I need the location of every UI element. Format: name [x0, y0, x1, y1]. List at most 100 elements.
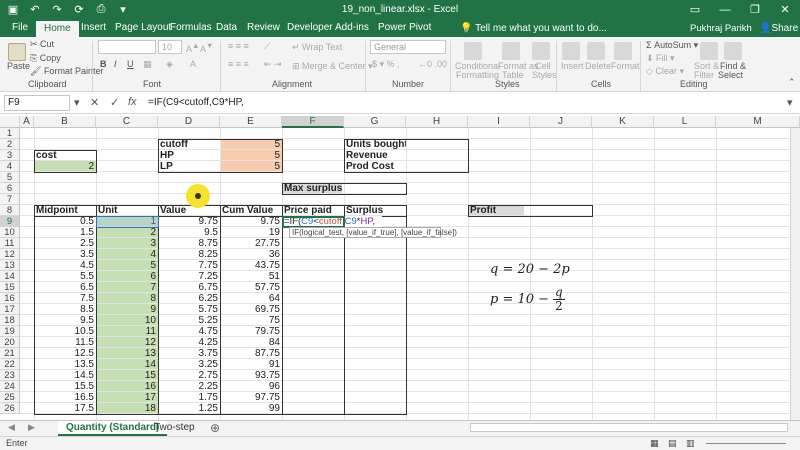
row-header-4[interactable]: 4 [0, 161, 20, 172]
name-box[interactable]: F9 [4, 95, 70, 111]
row-header-23[interactable]: 23 [0, 370, 20, 381]
param-label[interactable]: HP [158, 150, 220, 161]
table-cell[interactable]: 16 [96, 381, 158, 392]
col-header-m[interactable]: M [716, 116, 800, 128]
table-cell[interactable]: 2 [96, 227, 158, 238]
insert-function-icon[interactable]: fx [128, 96, 137, 108]
param-value[interactable]: 5 [220, 139, 282, 150]
cost-value[interactable]: 2 [34, 161, 96, 172]
tab-formulas[interactable]: Formulas [170, 22, 212, 33]
col-header-e[interactable]: E [220, 116, 282, 128]
table-cell[interactable]: 15.5 [34, 381, 96, 392]
table-cell[interactable]: 6.5 [34, 282, 96, 293]
table-cell[interactable]: 15 [96, 370, 158, 381]
table-cell[interactable]: 93.75 [220, 370, 282, 381]
col-header-l[interactable]: L [654, 116, 716, 128]
row-header-24[interactable]: 24 [0, 381, 20, 392]
table-cell[interactable]: 8.5 [34, 304, 96, 315]
tell-me-box[interactable]: 💡 Tell me what you want to do... [460, 23, 607, 34]
table-cell[interactable]: 3.5 [34, 249, 96, 260]
table-cell[interactable]: 8 [96, 293, 158, 304]
expand-formula-icon[interactable]: ▾ [787, 96, 793, 109]
fill-button[interactable]: ⬇ Fill ▾ [646, 53, 675, 64]
row-header-26[interactable]: 26 [0, 403, 20, 414]
cancel-icon[interactable]: ✕ [90, 96, 99, 109]
grow-font-icon[interactable]: A▲ [186, 41, 199, 54]
table-header[interactable]: Surplus [344, 205, 406, 216]
row-header-10[interactable]: 10 [0, 227, 20, 238]
formula-input[interactable]: =IF(C9<cutoff,C9*HP, [148, 97, 244, 108]
font-color-icon[interactable]: A [190, 59, 196, 69]
paste-button[interactable]: Paste [7, 61, 30, 71]
delete-cells-button[interactable]: Delete [585, 61, 611, 71]
max-surplus-label[interactable]: Max surplus [282, 183, 406, 194]
row-header-15[interactable]: 15 [0, 282, 20, 293]
table-cell[interactable]: 5.75 [158, 304, 220, 315]
table-cell[interactable]: 43.75 [220, 260, 282, 271]
tab-page-layout[interactable]: Page Layout [115, 22, 171, 33]
table-cell[interactable]: 9 [96, 304, 158, 315]
row-header-14[interactable]: 14 [0, 271, 20, 282]
tab-developer[interactable]: Developer [287, 22, 333, 33]
table-header[interactable]: Midpoint [34, 205, 96, 216]
minimize-icon[interactable]: — [710, 0, 740, 20]
prev-sheet-icon[interactable]: ◀ [8, 422, 15, 433]
row-header-2[interactable]: 2 [0, 139, 20, 150]
table-cell[interactable]: 9.75 [220, 216, 282, 227]
table-cell[interactable]: 4.75 [158, 326, 220, 337]
shrink-font-icon[interactable]: A▼ [200, 41, 213, 54]
table-cell[interactable]: 5 [96, 260, 158, 271]
table-cell[interactable]: 51 [220, 271, 282, 282]
summary-label[interactable]: Revenue [344, 150, 406, 161]
sort-filter-icon[interactable] [700, 42, 718, 60]
row-header-7[interactable]: 7 [0, 194, 20, 205]
param-value[interactable]: 5 [220, 161, 282, 172]
align-left-icon[interactable]: ≡ ≡ ≡ [228, 59, 249, 69]
profit-label[interactable]: Profit [468, 205, 530, 216]
vertical-scrollbar[interactable] [790, 128, 800, 420]
col-header-d[interactable]: D [158, 116, 220, 128]
collapse-ribbon-icon[interactable]: ⌃ [788, 77, 796, 88]
indent-icon[interactable]: ⇤ ⇥ [264, 59, 282, 70]
table-cell[interactable]: 2.5 [34, 238, 96, 249]
row-header-21[interactable]: 21 [0, 348, 20, 359]
table-header[interactable]: Unit [96, 205, 158, 216]
table-cell[interactable]: 8.75 [158, 238, 220, 249]
table-cell[interactable]: 96 [220, 381, 282, 392]
table-cell[interactable]: 7.25 [158, 271, 220, 282]
table-cell[interactable]: 3 [96, 238, 158, 249]
table-cell[interactable]: 99 [220, 403, 282, 414]
number-format-box[interactable]: General [370, 40, 446, 54]
table-cell[interactable]: 11.5 [34, 337, 96, 348]
row-header-11[interactable]: 11 [0, 238, 20, 249]
table-cell[interactable]: 13.5 [34, 359, 96, 370]
autosum-button[interactable]: Σ AutoSum ▾ [646, 40, 698, 51]
table-cell[interactable]: 64 [220, 293, 282, 304]
row-header-8[interactable]: 8 [0, 205, 20, 216]
table-cell[interactable]: 84 [220, 337, 282, 348]
cut-button[interactable]: ✂ Cut [30, 39, 54, 50]
table-cell[interactable]: 12.5 [34, 348, 96, 359]
table-cell[interactable]: 16.5 [34, 392, 96, 403]
italic-button[interactable]: I [114, 59, 117, 69]
format-cells-icon[interactable] [614, 42, 632, 60]
insert-cells-button[interactable]: Insert [561, 61, 584, 71]
copy-button[interactable]: ⎘ Copy [30, 53, 61, 64]
table-cell[interactable]: 9.75 [158, 216, 220, 227]
table-cell[interactable]: 10 [96, 315, 158, 326]
table-cell[interactable]: 3.75 [158, 348, 220, 359]
table-cell[interactable]: 5.5 [34, 271, 96, 282]
row-header-20[interactable]: 20 [0, 337, 20, 348]
table-cell[interactable]: 7 [96, 282, 158, 293]
tab-insert[interactable]: Insert [81, 22, 106, 33]
zoom-slider[interactable] [706, 443, 786, 444]
merge-center-button[interactable]: ⊞ Merge & Center ▾ [292, 61, 373, 72]
col-header-f[interactable]: F [282, 116, 344, 128]
sheet-tab-two-step[interactable]: Two-step [146, 421, 203, 436]
table-cell[interactable]: 9.5 [34, 315, 96, 326]
table-cell[interactable]: 14.5 [34, 370, 96, 381]
align-top-icon[interactable]: ≡ ≡ ≡ [228, 41, 249, 51]
currency-icon[interactable]: $ ▾ % , [372, 59, 400, 70]
table-cell[interactable]: 17 [96, 392, 158, 403]
table-header[interactable]: Value [158, 205, 220, 216]
